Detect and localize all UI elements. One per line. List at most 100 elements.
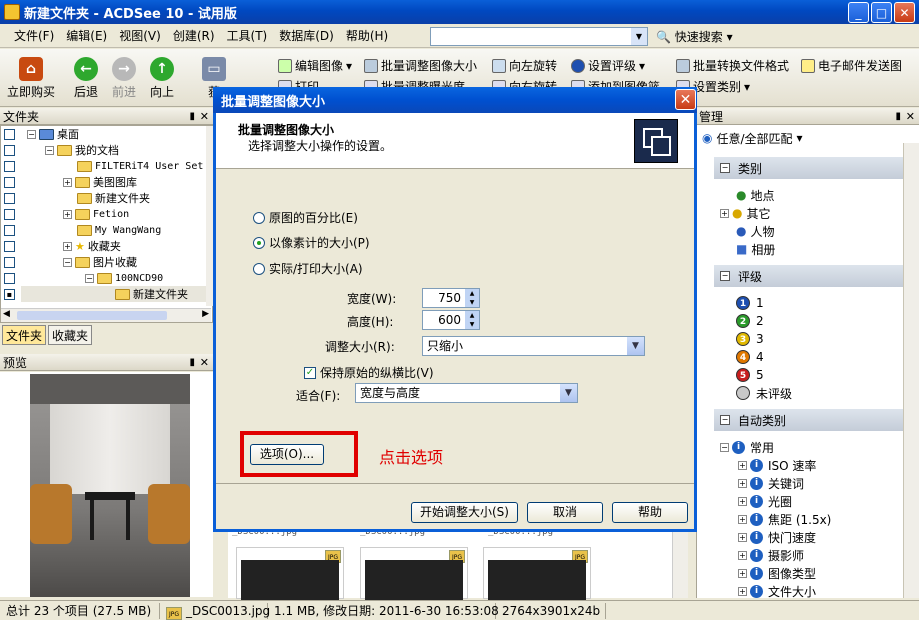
buy-button[interactable]: ⌂ 立即购买 [2, 57, 60, 100]
match-filter[interactable]: ◉ 任意/全部匹配 ▾ [702, 129, 803, 147]
spinner-icon[interactable]: ▲ ▼ [465, 289, 479, 307]
set-rating-button[interactable]: 设置评级 ▾ [571, 57, 645, 74]
email-button[interactable]: 电子邮件发送图 [801, 57, 902, 74]
checkbox[interactable] [4, 209, 15, 220]
minimize-button[interactable]: _ [848, 2, 869, 23]
auto-aperture[interactable]: + i 光圈 [738, 492, 792, 510]
auto-focal[interactable]: + i 焦距 (1.5x) [738, 510, 831, 528]
radio-percent[interactable]: 原图的百分比(E) [253, 209, 358, 226]
tree-item-selected-folder[interactable]: 新建文件夹 [21, 286, 208, 302]
rating-3[interactable]: 33 [736, 330, 764, 348]
rating-3-icon: 3 [736, 332, 750, 346]
rotate-left-button[interactable]: 向左旋转 [492, 57, 557, 74]
back-button[interactable]: ← 后退 [66, 57, 106, 100]
radio-print-size[interactable]: 实际/打印大小(A) [253, 260, 363, 277]
keep-aspect-checkbox[interactable]: ✓ 保持原始的纵横比(V) [304, 364, 434, 381]
checkbox[interactable] [4, 177, 15, 188]
category-other[interactable]: + ● 其它 [720, 204, 771, 222]
checkbox[interactable] [4, 145, 15, 156]
checkbox[interactable] [4, 129, 15, 140]
tab-folders[interactable]: 文件夹 [2, 325, 47, 345]
menu-edit[interactable]: 编辑(E) [60, 27, 113, 44]
menu-help[interactable]: 帮助(H) [340, 27, 394, 44]
category-place[interactable]: ● 地点 [736, 186, 775, 204]
tree-item-meitu[interactable]: + 美图图库 [63, 174, 137, 190]
pin-icon[interactable]: ▮ [189, 357, 195, 368]
thumbnail[interactable]: JPG [483, 547, 591, 600]
auto-categories-header[interactable]: − 自动类别 [714, 409, 904, 431]
tree-item-my-documents[interactable]: − 我的文档 [45, 142, 119, 158]
cancel-button[interactable]: 取消 [527, 502, 603, 523]
tree-item-favorites[interactable]: + ★ 收藏夹 [63, 238, 121, 254]
chevron-down-icon[interactable]: ▼ [560, 384, 577, 402]
width-input[interactable]: 750 ▲ ▼ [422, 288, 480, 308]
help-button[interactable]: 帮助 [612, 502, 688, 523]
batch-convert-button[interactable]: 批量转换文件格式 [676, 57, 789, 74]
checkbox[interactable]: ▪ [4, 289, 15, 300]
auto-keywords[interactable]: + i 关键词 [738, 474, 804, 492]
rating-5[interactable]: 55 [736, 366, 764, 384]
tree-item-desktop[interactable]: − 桌面 [27, 126, 79, 142]
tree-item-filterit[interactable]: FILTERiT4 User Set [77, 158, 203, 174]
menu-file[interactable]: 文件(F) [0, 27, 60, 44]
categories-header[interactable]: − 类别 [714, 157, 904, 179]
checkbox[interactable] [4, 241, 15, 252]
menu-create[interactable]: 创建(R) [167, 27, 221, 44]
chevron-down-icon[interactable]: ▼ [627, 337, 644, 355]
thumbnail[interactable]: JPG [236, 547, 344, 600]
radio-pixels[interactable]: 以像素计的大小(P) [253, 234, 370, 251]
fit-select[interactable]: 宽度与高度 ▼ [355, 383, 578, 403]
auto-photographer[interactable]: + i 摄影师 [738, 546, 804, 564]
category-people[interactable]: ● 人物 [736, 222, 775, 240]
thumbnail[interactable]: JPG [360, 547, 468, 600]
search-input[interactable]: ▼ [430, 27, 648, 46]
checkbox[interactable] [4, 193, 15, 204]
ratings-header[interactable]: − 评级 [714, 265, 904, 287]
menu-view[interactable]: 视图(V) [113, 27, 167, 44]
up-button[interactable]: ↑ 向上 [142, 57, 182, 100]
tree-item-100ncd90[interactable]: −100NCD90 [85, 270, 163, 286]
category-album[interactable]: ■ 相册 [736, 240, 775, 258]
tab-favorites[interactable]: 收藏夹 [48, 325, 93, 345]
spinner-icon[interactable]: ▲ ▼ [465, 311, 479, 329]
checkbox[interactable] [4, 273, 15, 284]
auto-iso[interactable]: + i ISO 速率 [738, 456, 816, 474]
resize-select[interactable]: 只缩小 ▼ [422, 336, 645, 356]
tree-item-wangwang[interactable]: My WangWang [77, 222, 161, 238]
start-resize-button[interactable]: 开始调整大小(S) [411, 502, 518, 523]
checkbox[interactable] [4, 161, 15, 172]
auto-image-type[interactable]: + i 图像类型 [738, 564, 816, 582]
tree-item-fetion[interactable]: + Fetion [63, 206, 129, 222]
checkbox[interactable] [4, 257, 15, 268]
maximize-button[interactable]: □ [871, 2, 892, 23]
auto-file-size[interactable]: + i 文件大小 [738, 582, 816, 600]
vertical-scrollbar[interactable] [206, 126, 213, 306]
pin-icon[interactable]: ▮ [189, 111, 195, 122]
auto-shutter[interactable]: + i 快门速度 [738, 528, 816, 546]
rating-2[interactable]: 22 [736, 312, 764, 330]
organize-scrollbar[interactable] [903, 143, 919, 598]
chevron-down-icon[interactable]: ▼ [631, 28, 647, 45]
rating-1[interactable]: 11 [736, 294, 764, 312]
dialog-close-button[interactable]: ✕ [675, 89, 696, 110]
batch-resize-button[interactable]: 批量调整图像大小 [364, 57, 477, 74]
rating-unrated[interactable]: 未评级 [736, 384, 792, 402]
close-icon[interactable]: ✕ [906, 110, 915, 123]
horizontal-scrollbar[interactable]: ◀ ▶ [1, 308, 211, 322]
quick-search-button[interactable]: 🔍 快速搜索 ▾ [656, 28, 733, 45]
close-icon[interactable]: ✕ [200, 356, 209, 369]
close-icon[interactable]: ✕ [200, 110, 209, 123]
menu-database[interactable]: 数据库(D) [273, 27, 340, 44]
close-button[interactable]: ✕ [894, 2, 915, 23]
rating-4[interactable]: 44 [736, 348, 764, 366]
menu-tools[interactable]: 工具(T) [221, 27, 274, 44]
height-input[interactable]: 600 ▲ ▼ [422, 310, 480, 330]
checkbox[interactable] [4, 225, 15, 236]
tree-item-new-folder[interactable]: 新建文件夹 [77, 190, 150, 206]
edit-image-button[interactable]: 编辑图像 ▾ [278, 57, 352, 74]
pin-icon[interactable]: ▮ [895, 111, 901, 122]
auto-common[interactable]: − i 常用 [720, 438, 774, 456]
album-icon: ■ [736, 242, 748, 256]
forward-button[interactable]: → 前进 [104, 57, 144, 100]
tree-item-pictures[interactable]: − 图片收藏 [63, 254, 137, 270]
